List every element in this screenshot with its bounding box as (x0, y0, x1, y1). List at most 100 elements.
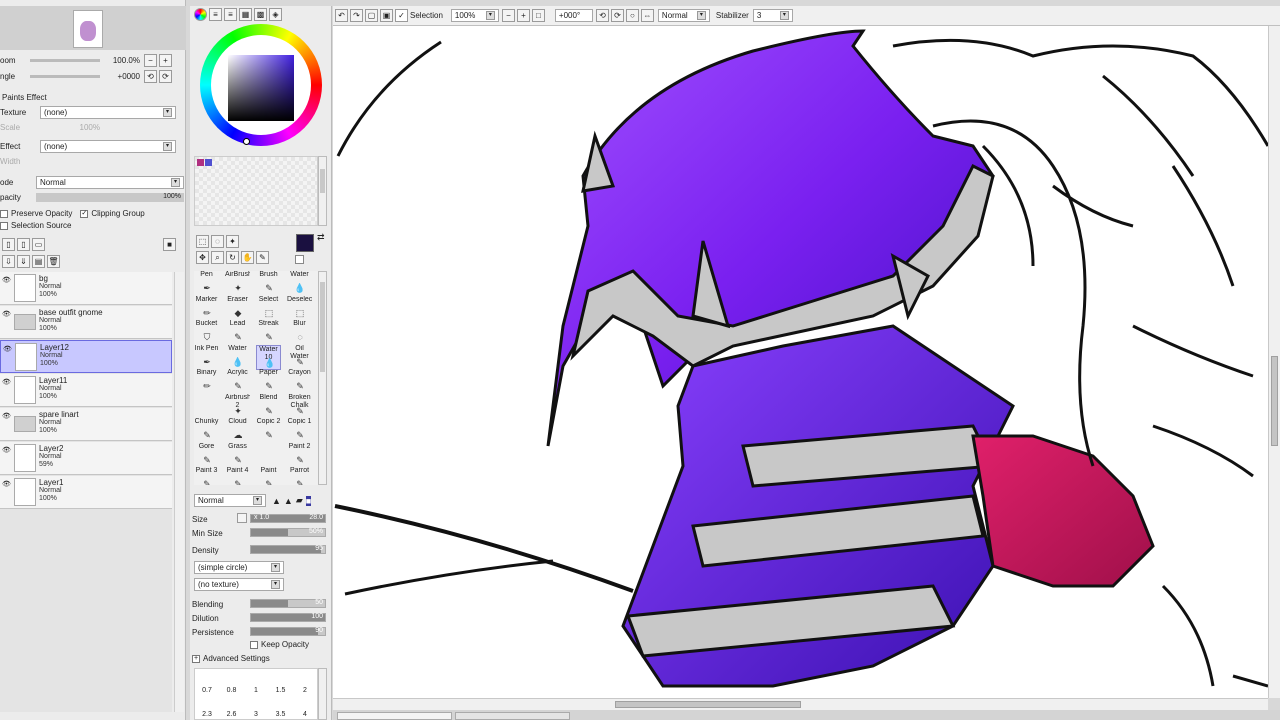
brush-tool-slot[interactable]: Gore ✎ (194, 443, 219, 468)
transparent-color-box[interactable] (295, 255, 304, 264)
brush-shape-select[interactable]: (simple circle) ▾ (194, 561, 284, 574)
rotate-reset-button[interactable]: ○ (625, 9, 639, 22)
brush-tool-slot[interactable]: Ink Pen ✒ (194, 345, 219, 370)
color-wheel-tab-icon[interactable] (194, 8, 207, 21)
min-size-slider[interactable]: 50% (250, 528, 326, 537)
visibility-eye-icon[interactable]: 👁 (2, 446, 11, 454)
brush-tool-slot[interactable]: Water 💧 (287, 271, 312, 296)
advanced-settings-toggle[interactable]: + (192, 654, 200, 663)
selection-source-checkbox[interactable] (0, 221, 8, 230)
layer-item[interactable]: 👁 base outfit gnome Normal 100% (0, 306, 172, 339)
rotate-icon[interactable]: ↻ (226, 251, 239, 264)
color-swatch[interactable] (205, 159, 212, 166)
brush-tool-slot[interactable]: Paint 4 ✎ (225, 467, 250, 485)
dilution-slider[interactable]: 100 (250, 613, 326, 622)
layer-mode-select[interactable]: Normal ▾ (36, 176, 184, 189)
size-preset[interactable]: 0.7 (195, 687, 219, 694)
visibility-eye-icon[interactable]: 👁 (2, 378, 11, 386)
size-preset[interactable]: 1 (244, 687, 268, 694)
brush-tool-slot[interactable]: Bucket ⛉ (194, 320, 219, 345)
color-swatch[interactable] (197, 159, 204, 166)
shape-rect-icon[interactable]: ■ (305, 495, 312, 506)
tool-grid-scrollbar[interactable] (318, 271, 327, 485)
drawing-canvas[interactable] (333, 26, 1268, 698)
merge-down-button[interactable]: ⇓ (17, 255, 30, 268)
blend-mode-select[interactable]: Normal ▾ (657, 9, 710, 22)
brush-tool-slot[interactable]: Paint ✎ (256, 467, 281, 485)
zoom-icon[interactable]: ⌕ (211, 251, 224, 264)
brush-tool-slot[interactable]: Paper ✎ (256, 369, 281, 394)
layer-item[interactable]: 👁 Layer12 Normal 100% (0, 340, 172, 373)
brush-tool-slot[interactable] (256, 443, 281, 468)
keep-opacity-checkbox[interactable] (250, 640, 258, 649)
brush-tool-slot[interactable]: Grass ✎ (225, 443, 250, 468)
layer-item[interactable]: 👁 Layer1 Normal 100% (0, 476, 172, 509)
new-layer-button[interactable]: ▯ (2, 238, 15, 251)
swatch-scrollbar[interactable] (318, 156, 327, 226)
swatch-tab-icon[interactable]: ▩ (254, 8, 267, 21)
size-mult-select[interactable] (237, 513, 247, 523)
shape-triangle-icon[interactable]: ▲ (284, 496, 293, 506)
visibility-eye-icon[interactable]: 👁 (2, 412, 11, 420)
invert-selection-button[interactable]: ▣ (380, 9, 393, 22)
visibility-eye-icon[interactable]: 👁 (3, 345, 12, 353)
new-linework-layer-button[interactable]: ▯ (17, 238, 30, 251)
size-preset[interactable]: 0.8 (220, 687, 244, 694)
brush-tool-slot[interactable]: Lead ✎ (225, 320, 250, 345)
size-preset[interactable]: 2.6 (220, 711, 244, 718)
texture-select[interactable]: (none) ▾ (40, 106, 176, 119)
brush-tool-slot[interactable]: Deselect ⬚ (287, 296, 312, 321)
color-square[interactable] (228, 55, 294, 121)
brush-tool-slot[interactable]: Broken Chalk ✎ (287, 394, 312, 419)
brush-blend-select[interactable]: Normal ▾ (194, 494, 266, 507)
rgb-slider-tab-icon[interactable]: ≡ (209, 8, 222, 21)
rotate-left-button[interactable]: ⟲ (144, 70, 157, 83)
visibility-eye-icon[interactable]: 👁 (2, 310, 11, 318)
brush-tool-slot[interactable]: Chunky ✎ (194, 418, 219, 443)
rotate-right-button[interactable]: ⟳ (159, 70, 172, 83)
brush-tool-slot[interactable]: Binary ✏ (194, 369, 219, 394)
canvas-horizontal-scrollbar[interactable] (333, 698, 1268, 710)
navigator-preview[interactable] (0, 6, 186, 50)
stabilizer-select[interactable]: 3 ▾ (752, 9, 793, 22)
brush-tool-slot[interactable]: Paint 2 ✎ (287, 443, 312, 468)
deselect-button[interactable]: ▢ (365, 9, 378, 22)
transfer-down-button[interactable]: ⇩ (2, 255, 15, 268)
rotate-left-button[interactable]: ⟲ (595, 9, 609, 22)
canvas-tab[interactable] (455, 712, 570, 720)
brush-tool-slot[interactable]: Cloud ☁ (225, 418, 250, 443)
zoom-reset-button[interactable]: □ (531, 9, 545, 22)
move-icon[interactable]: ✥ (196, 251, 209, 264)
color-wheel[interactable] (200, 24, 322, 146)
hsv-slider-tab-icon[interactable]: ≡ (224, 8, 237, 21)
layer-list-scrollbar[interactable] (174, 272, 184, 712)
eyedropper-icon[interactable]: ✎ (256, 251, 269, 264)
clipping-group-checkbox[interactable]: ✓ (80, 209, 89, 218)
hand-icon[interactable]: ✋ (241, 251, 254, 264)
clear-layer-button[interactable]: ▤ (32, 255, 45, 268)
lasso-icon[interactable]: ◌ (211, 235, 224, 248)
brush-tool-slot[interactable]: Oil Water ✎ (287, 345, 312, 370)
shape-trapezoid-icon[interactable]: ▰ (296, 495, 303, 506)
color-set-tab-icon[interactable]: ▦ (239, 8, 252, 21)
brush-tool-slot[interactable] (194, 394, 219, 419)
brush-tool-slot[interactable]: Streak ✎ (256, 320, 281, 345)
size-preset[interactable]: 4 (293, 711, 317, 718)
visibility-eye-icon[interactable]: 👁 (2, 276, 11, 284)
rotation-select[interactable]: +000° (554, 9, 593, 22)
brush-tool-slot[interactable]: Eraser ◆ (225, 296, 250, 321)
size-preset[interactable]: 2 (293, 687, 317, 694)
canvas-vertical-scrollbar[interactable] (1268, 26, 1280, 698)
brush-tool-slot[interactable]: Paint 3 ✎ (194, 467, 219, 485)
zoom-in-button[interactable]: + (159, 54, 172, 67)
scratchpad-tab-icon[interactable]: ◈ (269, 8, 282, 21)
blending-slider[interactable]: 50 (250, 599, 326, 608)
angle-slider[interactable] (30, 75, 100, 78)
canvas-tab[interactable] (337, 712, 452, 720)
brush-texture-select[interactable]: (no texture) ▾ (194, 578, 284, 591)
zoom-out-button[interactable]: − (144, 54, 157, 67)
show-selection-checkbox[interactable]: ✓ (395, 9, 408, 22)
visibility-eye-icon[interactable]: 👁 (2, 480, 11, 488)
brush-tool-slot[interactable]: AirBrush ✦ (225, 271, 250, 296)
size-preset[interactable]: 1.5 (269, 687, 293, 694)
